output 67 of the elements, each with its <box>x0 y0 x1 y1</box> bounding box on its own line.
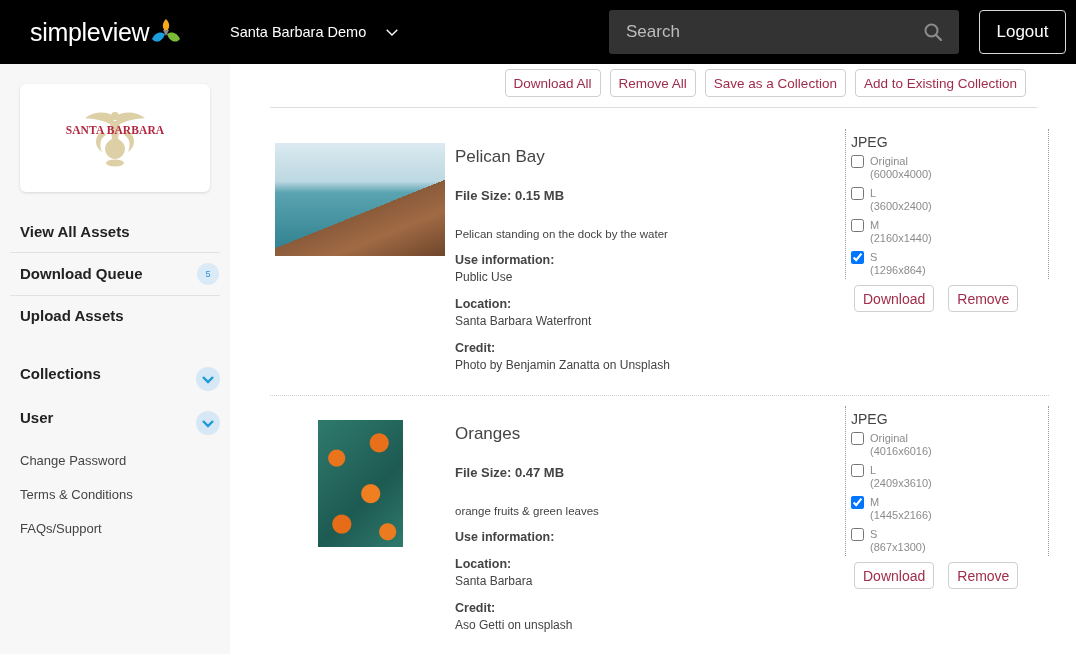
format-label: JPEG <box>851 134 889 151</box>
brand-name: simpleview <box>30 17 150 47</box>
checkbox[interactable] <box>851 464 864 477</box>
asset-title: Oranges <box>455 424 522 444</box>
search-icon[interactable] <box>924 23 942 41</box>
size-dimensions: (6000x4000) <box>870 168 932 181</box>
size-label: M <box>870 219 881 232</box>
asset-button[interactable]: Download <box>854 562 935 589</box>
logo-text: SANTA BARBARA <box>65 123 165 137</box>
asset-button[interactable]: Remove <box>948 562 1019 589</box>
logout-button[interactable]: Logout <box>979 10 1066 54</box>
field-value: Santa Barbara Waterfront <box>455 313 593 330</box>
size-label: L <box>870 464 878 477</box>
search-field[interactable]: Search <box>609 10 959 54</box>
size-dimensions: (1445x2166) <box>870 509 932 522</box>
size-label: S <box>870 251 879 264</box>
format-label: JPEG <box>851 411 889 428</box>
nav-item[interactable]: Download Queue 5 <box>10 253 220 296</box>
section-toggle[interactable]: User <box>10 396 220 440</box>
account-dropdown[interactable]: Santa Barbara Demo <box>230 24 399 40</box>
size-dimensions: (867x1300) <box>870 541 926 554</box>
nav-item[interactable]: Upload Assets <box>10 296 220 336</box>
action-button[interactable]: Remove All <box>609 69 696 97</box>
size-label: M <box>870 496 881 509</box>
field-value: Aso Getti on unsplash <box>455 617 574 634</box>
field-label: Credit: <box>455 340 497 357</box>
checkbox[interactable] <box>851 432 864 445</box>
count-badge: 5 <box>197 263 219 285</box>
file-size: File Size: 0.15 MB <box>455 188 566 204</box>
asset-title: Pelican Bay <box>455 147 546 167</box>
action-button[interactable]: Download All <box>504 69 601 97</box>
sidebar-link[interactable]: FAQs/Support <box>10 512 220 546</box>
field-label: Location: <box>455 296 513 313</box>
asset-button[interactable]: Download <box>854 285 935 312</box>
size-dimensions: (2160x1440) <box>870 232 932 245</box>
size-dimensions: (4016x6016) <box>870 445 932 458</box>
field-label: Use information: <box>455 529 556 546</box>
chevron-down-icon <box>386 28 399 36</box>
checkbox[interactable] <box>851 528 864 541</box>
size-label: L <box>870 187 878 200</box>
size-label: Original <box>870 155 909 168</box>
field-value: Santa Barbara <box>455 573 534 590</box>
checkbox[interactable] <box>851 219 864 232</box>
checkbox[interactable] <box>851 155 864 168</box>
checkbox[interactable] <box>851 187 864 200</box>
sidebar-link[interactable]: Change Password <box>10 444 220 478</box>
asset-description: Pelican standing on the dock by the water <box>455 227 669 242</box>
section-toggle[interactable]: Collections <box>10 352 220 396</box>
action-button[interactable]: Save as a Collection <box>704 69 846 97</box>
size-dimensions: (2409x3610) <box>870 477 932 490</box>
field-label: Credit: <box>455 600 497 617</box>
action-button[interactable]: Add to Existing Collection <box>854 69 1026 97</box>
sidebar-link[interactable]: Terms & Conditions <box>10 478 220 512</box>
field-value: Photo by Benjamin Zanatta on Unsplash <box>455 357 671 374</box>
asset-description: orange fruits & green leaves <box>455 504 600 519</box>
field-label: Use information: <box>455 252 556 269</box>
size-dimensions: (1296x864) <box>870 264 926 277</box>
field-value: Public Use <box>455 269 514 286</box>
checkbox[interactable] <box>851 251 864 264</box>
asset-button[interactable]: Remove <box>948 285 1019 312</box>
file-size: File Size: 0.47 MB <box>455 465 566 481</box>
size-label: Original <box>870 432 909 445</box>
size-dimensions: (3600x2400) <box>870 200 932 213</box>
size-label: S <box>870 528 879 541</box>
field-label: Location: <box>455 556 513 573</box>
checkbox[interactable] <box>851 496 864 509</box>
nav-item[interactable]: View All Assets <box>10 212 220 253</box>
